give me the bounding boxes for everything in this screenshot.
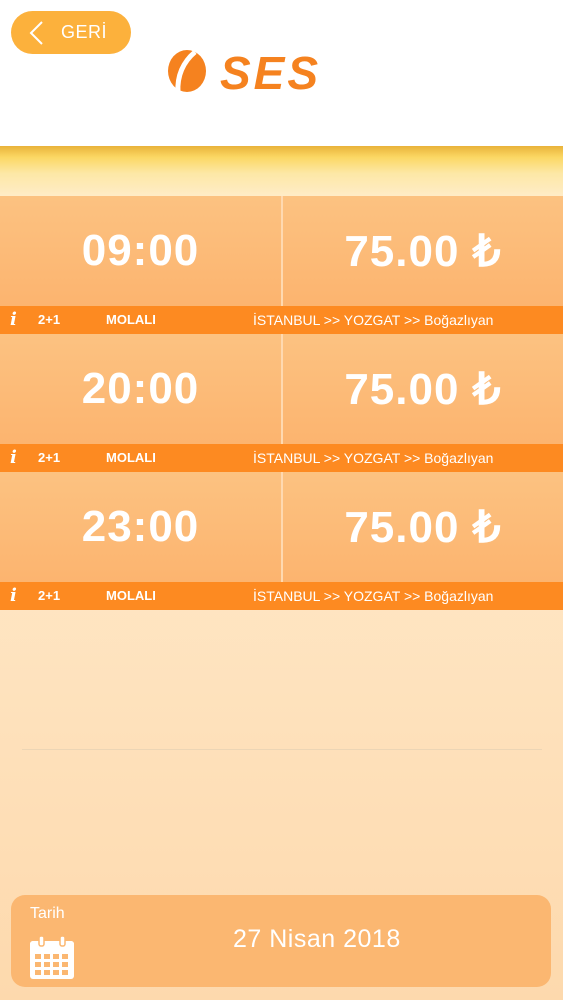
back-button-label: GERİ	[61, 22, 108, 42]
seat-layout: 2+1	[38, 312, 61, 327]
trip-info-bar: i 2+1 MOLALI İSTANBUL >> YOZGAT >> Boğaz…	[0, 306, 563, 334]
route-text: İSTANBUL >> YOZGAT >> Boğazlıyan	[253, 450, 494, 466]
seat-layout: 2+1	[38, 588, 61, 603]
app-header: GERİ SES	[0, 0, 563, 146]
ticket-price: 75.00 ₺	[344, 226, 502, 276]
logo-text: SES	[220, 48, 321, 94]
route-text: İSTANBUL >> YOZGAT >> Boğazlıyan	[253, 312, 494, 328]
departure-time: 09:00	[81, 226, 200, 275]
departure-time: 23:00	[81, 502, 200, 551]
header-banner	[0, 146, 563, 196]
back-button[interactable]: GERİ	[11, 11, 131, 54]
stop-type: MOLALI	[106, 588, 156, 603]
departure-time: 20:00	[81, 364, 200, 413]
route-text: İSTANBUL >> YOZGAT >> Boğazlıyan	[253, 588, 494, 604]
date-selector[interactable]: Tarih 27 Nisan 2018	[11, 895, 551, 987]
calendar-icon	[30, 935, 74, 979]
trip-list: 09:00 75.00 ₺ i 2+1 MOLALI İSTANBUL >> Y…	[0, 196, 563, 610]
selected-date: 27 Nisan 2018	[233, 925, 401, 953]
ticket-price: 75.00 ₺	[344, 502, 502, 552]
trip-info-bar: i 2+1 MOLALI İSTANBUL >> YOZGAT >> Boğaz…	[0, 582, 563, 610]
chevron-left-icon	[29, 20, 43, 45]
info-icon[interactable]: i	[10, 582, 17, 610]
stop-type: MOLALI	[106, 312, 156, 327]
stop-type: MOLALI	[106, 450, 156, 465]
trip-info-bar: i 2+1 MOLALI İSTANBUL >> YOZGAT >> Boğaz…	[0, 444, 563, 472]
trip-row[interactable]: 20:00 75.00 ₺ i 2+1 MOLALI İSTANBUL >> Y…	[0, 334, 563, 472]
ses-logo: SES	[168, 48, 321, 94]
info-icon[interactable]: i	[10, 444, 17, 472]
seat-layout: 2+1	[38, 450, 61, 465]
date-label: Tarih	[30, 905, 65, 922]
separator-line	[22, 749, 542, 750]
info-icon[interactable]: i	[10, 306, 17, 334]
ticket-price: 75.00 ₺	[344, 364, 502, 414]
trip-row[interactable]: 09:00 75.00 ₺ i 2+1 MOLALI İSTANBUL >> Y…	[0, 196, 563, 334]
trip-row[interactable]: 23:00 75.00 ₺ i 2+1 MOLALI İSTANBUL >> Y…	[0, 472, 563, 610]
